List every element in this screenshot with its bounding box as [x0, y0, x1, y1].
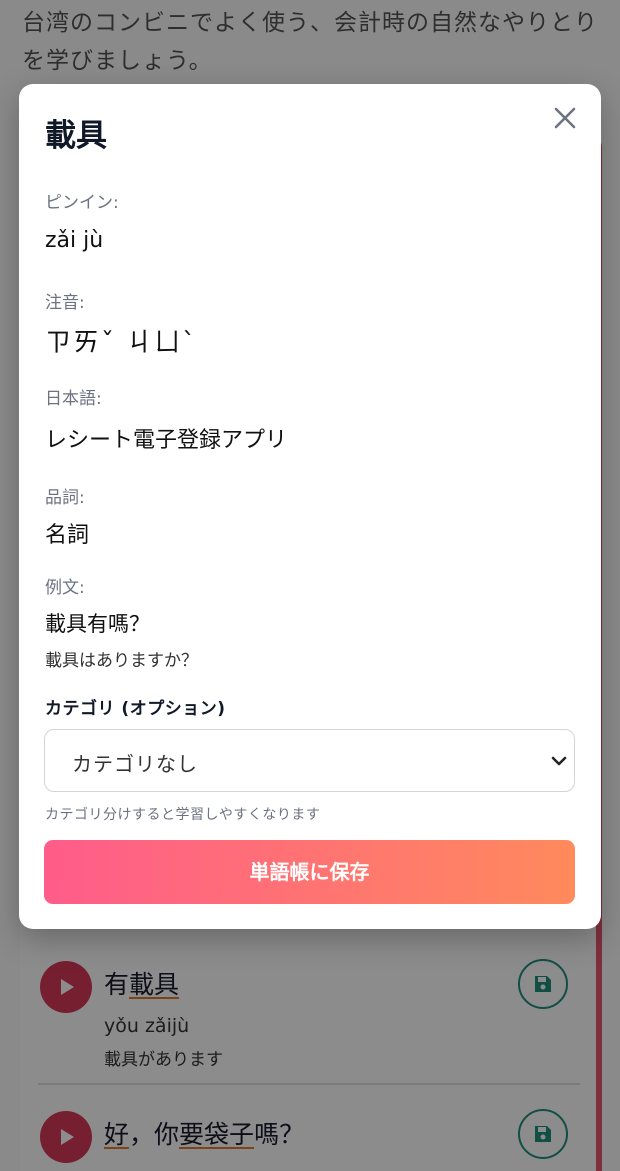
category-label: カテゴリ (オプション) — [45, 699, 226, 719]
japanese-value: レシート電子登録アプリ — [45, 428, 288, 453]
modal-title: 載具 — [45, 118, 107, 154]
part-of-speech-label: 品詞: — [45, 488, 85, 508]
close-icon — [554, 107, 576, 129]
example-japanese: 載具はありますか？ — [45, 651, 198, 671]
part-of-speech-value: 名詞 — [45, 523, 90, 548]
japanese-label: 日本語: — [45, 389, 102, 409]
example-label: 例文: — [45, 578, 85, 598]
category-hint: カテゴリ分けすると学習しやすくなります — [45, 807, 321, 823]
pinyin-value: zǎi jù — [45, 228, 104, 253]
zhuyin-label: 注音: — [45, 293, 85, 313]
close-button[interactable] — [551, 104, 579, 132]
save-to-wordbook-button[interactable]: 単語帳に保存 — [44, 840, 575, 904]
category-select[interactable]: カテゴリなし — [44, 729, 575, 792]
example-chinese: 載具有嗎？ — [45, 612, 150, 636]
pinyin-label: ピンイン: — [45, 193, 119, 213]
chevron-down-icon — [551, 756, 567, 766]
zhuyin-value: ㄗㄞˇ ㄐㄩˋ — [45, 328, 198, 358]
category-selected-value: カテゴリなし — [72, 752, 198, 776]
word-detail-modal: 載具 ピンイン: zǎi jù 注音: ㄗㄞˇ ㄐㄩˋ 日本語: レシート電子登… — [19, 84, 601, 929]
